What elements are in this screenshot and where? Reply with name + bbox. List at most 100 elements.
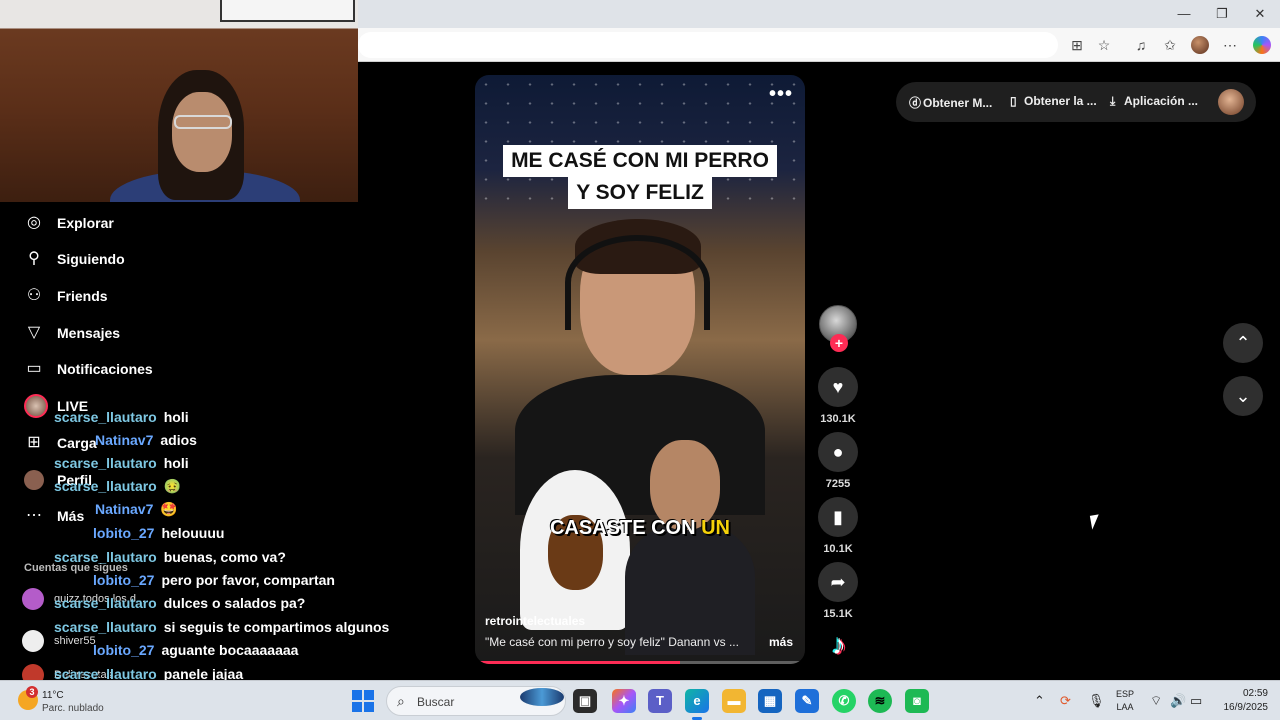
follow-plus-icon[interactable]: +	[830, 334, 848, 352]
battery-icon[interactable]: ▭	[1190, 693, 1202, 709]
mouse-cursor	[1089, 514, 1102, 530]
chat-username: Natinav7	[95, 432, 154, 448]
sidebar-item-label: Siguiendo	[57, 251, 125, 267]
heart-icon: ♥	[832, 377, 844, 397]
sidebar-item-notificaciones[interactable]: ▭ Notificaciones	[24, 357, 152, 381]
favorite-star-icon[interactable]: ☆	[1095, 36, 1113, 54]
video-more-link[interactable]: más	[769, 635, 793, 649]
copilot-app-icon[interactable]: ✦	[612, 689, 636, 713]
sidebar-item-label: Carga	[57, 435, 97, 451]
system-clock[interactable]: 02:59 16/9/2025	[1214, 687, 1269, 715]
favorites-icon[interactable]: ✩	[1161, 36, 1179, 54]
show-hidden-icons-icon[interactable]: ⌃	[1034, 693, 1045, 709]
keyboard-layout: LAA	[1116, 702, 1134, 712]
chat-text: dulces o salados pa?	[163, 595, 306, 611]
next-video-button[interactable]: ⌄	[1223, 376, 1263, 416]
sidebar-item-label: Friends	[57, 288, 108, 304]
chat-app-icon[interactable]: ◙	[905, 689, 929, 713]
whiteboard-icon[interactable]: ✎	[795, 689, 819, 713]
app-available-icon[interactable]: ⊞	[1068, 36, 1086, 54]
video-progress-bar[interactable]	[475, 661, 805, 664]
microphone-icon[interactable]: 🎙	[1088, 693, 1105, 709]
user-avatar[interactable]	[1218, 89, 1244, 115]
language-code: ESP	[1116, 689, 1135, 699]
copilot-icon[interactable]	[1253, 36, 1271, 54]
chat-username: lobito_27	[93, 572, 155, 588]
sidebar-item-mensajes[interactable]: ▽ Mensajes	[24, 321, 120, 345]
tiktok-logo-icon[interactable]: ♪	[822, 628, 856, 662]
read-aloud-icon[interactable]: ♫	[1132, 36, 1150, 54]
browser-profile-avatar[interactable]	[1191, 36, 1209, 54]
desktop-app-button[interactable]: ⤓ Aplicación ...	[1110, 94, 1198, 109]
comment-button[interactable]: ●	[818, 432, 858, 472]
chat-text: 🤢	[163, 478, 182, 494]
video-author[interactable]: retrointelectuales	[485, 614, 585, 628]
sidebar-item-explorar[interactable]: ◎ Explorar	[24, 211, 114, 235]
search-placeholder: Buscar	[417, 695, 455, 709]
save-button[interactable]: ▮	[818, 497, 858, 537]
sidebar-item-friends[interactable]: ⚇ Friends	[24, 284, 108, 308]
weather-temperature: 11°C	[42, 690, 64, 701]
get-app-button[interactable]: ▯ Obtener la ...	[1010, 94, 1097, 108]
get-coins-button[interactable]: ⓓ Obtener M...	[909, 94, 992, 111]
previous-video-button[interactable]: ⌃	[1223, 323, 1263, 363]
input-language[interactable]: ESP LAA	[1116, 688, 1134, 714]
chat-username: lobito_27	[93, 525, 155, 541]
sidebar-item-label: Explorar	[57, 215, 114, 231]
spotify-icon[interactable]: ≋	[868, 689, 892, 713]
weather-widget[interactable]: 3 11°C Parc. nublado	[14, 686, 184, 716]
chat-text: helouuuu	[161, 525, 225, 541]
compass-icon: ◎	[27, 214, 41, 231]
video-player[interactable]: ••• ME CASÉ CON MI PERRO Y SOY FELIZ CAS…	[475, 75, 805, 664]
sync-icon[interactable]: ⟳	[1060, 693, 1071, 709]
start-button[interactable]	[352, 690, 374, 712]
chat-username: scarse_llautaro	[54, 455, 157, 471]
search-icon: ⌕	[397, 693, 405, 709]
caption-text: CASASTE CON	[549, 517, 702, 539]
volume-icon[interactable]: 🔊	[1170, 693, 1186, 709]
like-button[interactable]: ♥	[818, 367, 858, 407]
restore-icon[interactable]: ❐	[1214, 6, 1230, 22]
chat-message: scarse_llautaro si seguis te compartimos …	[54, 619, 389, 639]
clock-time: 02:59	[1242, 688, 1268, 699]
headline-line-1: ME CASÉ CON MI PERRO	[503, 145, 777, 177]
chevron-down-icon: ⌄	[1235, 386, 1251, 406]
download-icon: ⤓	[1110, 94, 1116, 108]
chat-username: scarse_llautaro	[54, 478, 157, 494]
more-options-icon[interactable]: ⋯	[1221, 36, 1239, 54]
chat-message: scarse_llautaro buenas, como va?	[54, 549, 286, 569]
search-highlight-icon	[520, 688, 564, 706]
address-bar[interactable]	[358, 32, 1058, 58]
wall-frame	[220, 0, 355, 22]
chat-text: adios	[160, 432, 197, 448]
minimize-icon[interactable]: —	[1176, 6, 1192, 22]
sidebar-item-siguiendo[interactable]: ⚲ Siguiendo	[24, 247, 125, 271]
messages-icon: ▽	[27, 324, 41, 341]
live-icon	[24, 394, 48, 418]
teams-icon[interactable]: T	[648, 689, 672, 713]
video-options-icon[interactable]: •••	[769, 83, 793, 106]
chat-username: lobito_27	[93, 642, 155, 658]
caption-highlight: UN	[701, 517, 730, 539]
video-headline: ME CASÉ CON MI PERRO Y SOY FELIZ	[491, 145, 789, 209]
chat-message: lobito_27 pero por favor, compartan	[93, 572, 335, 592]
store-icon[interactable]: ▦	[758, 689, 782, 713]
share-button[interactable]: ➦	[818, 562, 858, 602]
whatsapp-icon[interactable]: ✆	[832, 689, 856, 713]
sidebar-item-mas[interactable]: ⋯ Más	[24, 504, 84, 528]
notification-badge: 3	[26, 686, 38, 698]
upload-icon: ⊞	[27, 434, 41, 451]
close-icon[interactable]: ✕	[1252, 6, 1268, 22]
chat-username: scarse_llautaro	[54, 549, 157, 565]
sidebar-item-label: Más	[57, 508, 85, 524]
sidebar-item-carga[interactable]: ⊞ Carga	[24, 431, 97, 455]
task-view-icon[interactable]: ▣	[573, 689, 597, 713]
windows-taskbar: 3 11°C Parc. nublado ⌕ Buscar ▣ ✦ T e ▬ …	[0, 680, 1280, 720]
video-groom	[625, 440, 755, 655]
wifi-icon[interactable]: ⌔	[1150, 693, 1162, 709]
file-explorer-icon[interactable]: ▬	[722, 689, 746, 713]
share-icon: ➦	[830, 572, 846, 592]
chat-message: Natinav7 🤩	[95, 501, 178, 521]
save-count: 10.1K	[823, 543, 853, 555]
edge-icon[interactable]: e	[685, 689, 709, 713]
